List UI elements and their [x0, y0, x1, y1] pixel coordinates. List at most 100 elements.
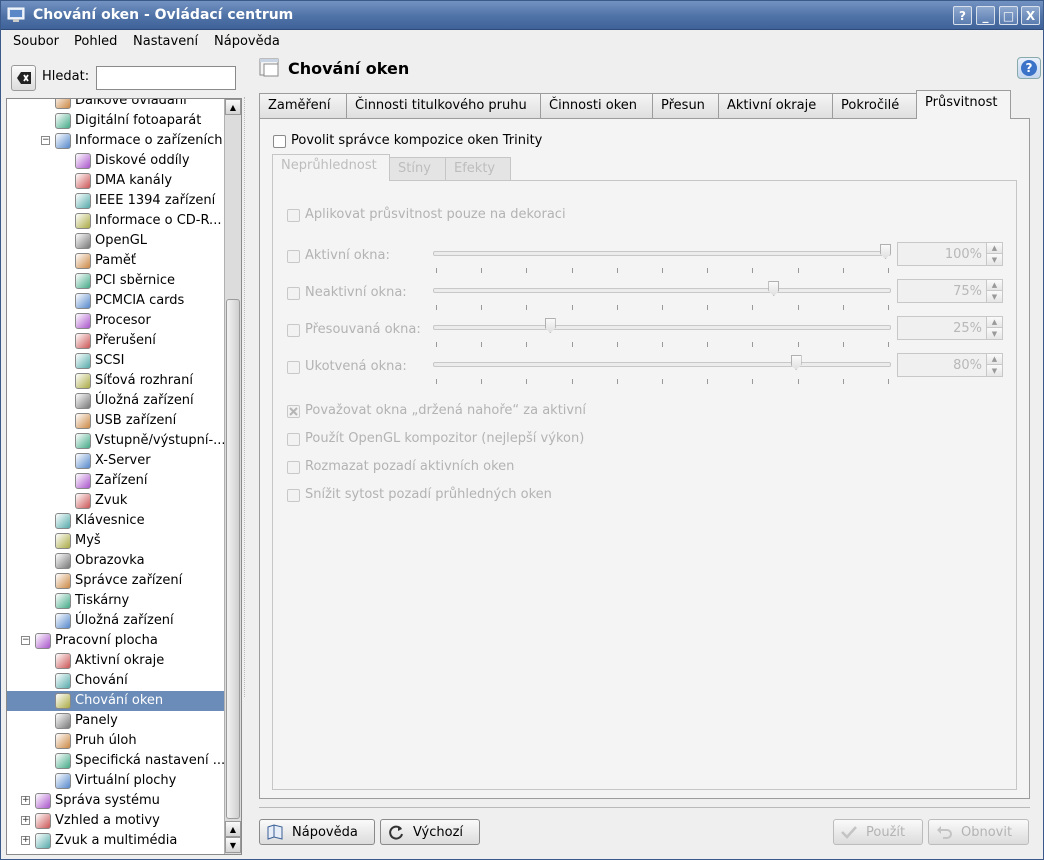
opacity-checkbox[interactable] — [287, 361, 300, 374]
tree-item[interactable]: Přerušení — [7, 331, 225, 351]
opacity-spinbox[interactable]: 25% ▲ ▼ — [897, 316, 1003, 340]
subtab-effects[interactable]: Efekty — [445, 157, 511, 181]
menu-help[interactable]: Nápověda — [214, 34, 280, 49]
tree-item[interactable]: + Zvuk a multimédia — [7, 831, 225, 851]
enable-composite-checkbox[interactable] — [273, 135, 286, 148]
subtab-shadows[interactable]: Stíny — [389, 157, 446, 181]
option-checkbox[interactable] — [287, 405, 300, 418]
tree-item[interactable]: Procesor — [7, 311, 225, 331]
defaults-button[interactable]: Výchozí — [380, 819, 480, 845]
tab-advanced[interactable]: Pokročilé — [832, 93, 917, 119]
close-button[interactable]: X — [1021, 6, 1040, 25]
tree-item[interactable]: X-Server — [7, 451, 225, 471]
control-center-icon[interactable] — [7, 7, 25, 23]
tree-item[interactable]: Digitální fotoaparát — [7, 111, 225, 131]
menu-settings[interactable]: Nastavení — [133, 34, 198, 49]
clear-search-button[interactable] — [11, 65, 36, 91]
tree-item[interactable]: Myš — [7, 531, 225, 551]
tree-item[interactable]: Aktivní okraje — [7, 651, 225, 671]
tree-item[interactable]: Zařízení — [7, 471, 225, 491]
tree-item[interactable]: Dálkové ovládání — [7, 99, 225, 111]
opacity-spinbox[interactable]: 100% ▲ ▼ — [897, 242, 1003, 266]
tree-item[interactable]: Specifická nastavení ... — [7, 751, 225, 771]
tree-item[interactable]: PCI sběrnice — [7, 271, 225, 291]
tree-item[interactable]: Vstupně/výstupní-... — [7, 431, 226, 451]
tree-item[interactable]: + Správa systému — [7, 791, 225, 811]
tab-active-borders[interactable]: Aktivní okraje — [718, 93, 833, 119]
opacity-checkbox[interactable] — [287, 324, 300, 337]
scroll-down-arrow-icon[interactable]: ▼ — [225, 837, 241, 853]
tree-item[interactable]: Správce zařízení — [7, 571, 225, 591]
expand-icon[interactable]: + — [21, 796, 30, 805]
tree-item[interactable]: − Informace o zařízeních — [7, 131, 225, 151]
tab-titlebar-actions[interactable]: Činnosti titulkového pruhu — [346, 93, 541, 119]
collapse-icon[interactable]: − — [41, 136, 50, 145]
slider-handle[interactable] — [544, 318, 556, 333]
collapse-icon[interactable]: − — [21, 636, 30, 645]
tree-scrollbar[interactable]: ▲ ▲ ▼ — [224, 99, 241, 854]
spin-up-icon[interactable]: ▲ — [986, 243, 1002, 254]
expand-icon[interactable]: + — [21, 836, 30, 845]
tree-item[interactable]: SCSI — [7, 351, 225, 371]
tree-item[interactable]: Virtuální plochy — [7, 771, 225, 791]
scroll-up-arrow-icon[interactable]: ▲ — [225, 99, 241, 115]
tree-item[interactable]: Panely — [7, 711, 225, 731]
slider-handle[interactable] — [768, 281, 780, 296]
opacity-slider[interactable] — [433, 362, 891, 367]
help-button[interactable]: Nápověda — [259, 819, 375, 845]
tree-item[interactable]: Klávesnice — [7, 511, 225, 531]
spin-up-icon[interactable]: ▲ — [986, 317, 1002, 328]
tree-item[interactable]: Paměť — [7, 251, 225, 271]
tree-item[interactable]: USB zařízení — [7, 411, 225, 431]
tree-item[interactable]: IEEE 1394 zařízení — [7, 191, 225, 211]
spin-up-icon[interactable]: ▲ — [986, 354, 1002, 365]
reset-button[interactable]: Obnovit — [928, 819, 1029, 845]
scroll-thumb[interactable] — [226, 299, 240, 819]
title-bar[interactable]: Chování oken - Ovládací centrum ? _ □ X — [1, 1, 1043, 30]
opacity-slider[interactable] — [433, 251, 891, 256]
option-checkbox[interactable] — [287, 433, 300, 446]
tree-item[interactable]: Chování — [7, 671, 225, 691]
option-checkbox[interactable] — [287, 461, 300, 474]
minimize-button[interactable]: _ — [976, 6, 995, 25]
tree-item[interactable]: Tiskárny — [7, 591, 225, 611]
tree-item[interactable]: − Pracovní plocha — [7, 631, 225, 651]
spin-down-icon[interactable]: ▼ — [986, 291, 1002, 302]
opacity-spinbox[interactable]: 80% ▲ ▼ — [897, 353, 1003, 377]
opacity-slider[interactable] — [433, 325, 891, 330]
tree-item[interactable]: Obrazovka — [7, 551, 225, 571]
tree-item[interactable]: Chování oken — [7, 691, 225, 711]
menu-view[interactable]: Pohled — [74, 34, 117, 49]
search-input[interactable] — [96, 66, 236, 90]
opacity-checkbox[interactable] — [287, 287, 300, 300]
spin-down-icon[interactable]: ▼ — [986, 328, 1002, 339]
tree-item[interactable]: + Vzhled a motivy — [7, 811, 225, 831]
panel-splitter[interactable] — [244, 97, 247, 697]
menu-file[interactable]: Soubor — [13, 34, 59, 49]
tree-item[interactable]: Zvuk — [7, 491, 225, 511]
tree-item[interactable]: Diskové oddíly — [7, 151, 225, 171]
spin-down-icon[interactable]: ▼ — [986, 254, 1002, 265]
option-checkbox[interactable] — [287, 489, 300, 502]
tree-item[interactable]: Úložná zařízení — [7, 391, 225, 411]
tab-translucency[interactable]: Průsvitnost — [916, 90, 1011, 119]
tree-item[interactable]: Síťová rozhraní — [7, 371, 225, 391]
slider-handle[interactable] — [880, 244, 891, 259]
opacity-checkbox[interactable] — [287, 250, 300, 263]
tab-moving[interactable]: Přesun — [652, 93, 719, 119]
maximize-button[interactable]: □ — [999, 6, 1018, 25]
tab-window-actions[interactable]: Činnosti oken — [540, 93, 653, 119]
scroll-up-arrow-icon-2[interactable]: ▲ — [225, 821, 241, 837]
tree-item[interactable]: Informace o CD-R... — [7, 211, 225, 231]
subtab-opacity[interactable]: Neprůhlednost — [272, 154, 390, 181]
opacity-spinbox[interactable]: 75% ▲ ▼ — [897, 279, 1003, 303]
slider-handle[interactable] — [790, 355, 802, 370]
tree-item[interactable]: DMA kanály — [7, 171, 225, 191]
spin-up-icon[interactable]: ▲ — [986, 280, 1002, 291]
tree-item[interactable]: PCMCIA cards — [7, 291, 225, 311]
help-title-button[interactable]: ? — [953, 6, 972, 25]
spin-down-icon[interactable]: ▼ — [986, 365, 1002, 376]
decorations-only-checkbox[interactable] — [287, 209, 300, 222]
apply-button[interactable]: Použít — [833, 819, 923, 845]
whats-this-help-button[interactable]: ? — [1017, 57, 1041, 79]
